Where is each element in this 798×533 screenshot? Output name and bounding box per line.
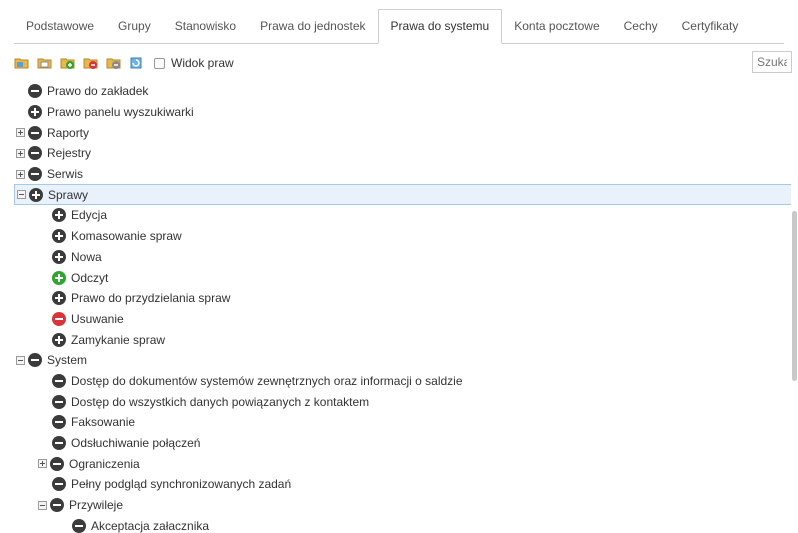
collapse-icon[interactable] [38, 500, 47, 510]
deny-circle-icon[interactable] [50, 456, 64, 471]
tab-podstawowe[interactable]: Podstawowe [14, 10, 106, 43]
tree-row[interactable]: System [14, 350, 792, 371]
tree-label: Ograniczenia [69, 456, 140, 471]
search-input[interactable] [752, 51, 792, 73]
tab-certyfikaty[interactable]: Certyfikaty [670, 10, 751, 43]
tree-label: Prawo do przydzielania spraw [71, 291, 231, 306]
scrollbar[interactable] [791, 81, 798, 533]
tree-label: Odczyt [71, 270, 109, 285]
folder-red-icon[interactable] [83, 55, 99, 71]
deny-circle-icon[interactable] [50, 498, 64, 513]
tab-prawa-do-systemu[interactable]: Prawa do systemu [377, 9, 503, 44]
tree-label: Dostęp do wszystkich danych powiązanych … [71, 394, 370, 409]
tree-row[interactable]: Serwis [14, 164, 792, 185]
view-label: Widok praw [171, 56, 234, 70]
tab-cechy[interactable]: Cechy [612, 10, 670, 43]
tree-row[interactable]: Komasowanie spraw [14, 226, 792, 247]
tab-konta-pocztowe[interactable]: Konta pocztowe [502, 10, 611, 43]
tree-label: Usuwanie [71, 311, 124, 326]
view-checkbox[interactable] [154, 57, 165, 69]
grant-circle-icon[interactable] [52, 291, 66, 306]
deny-circle-icon[interactable] [28, 146, 42, 161]
scrollbar-thumb[interactable] [792, 211, 797, 381]
tree-label: Komasowanie spraw [71, 229, 182, 244]
permissions-tree: Prawo do zakładek Prawo panelu wyszukiwar… [14, 81, 792, 533]
refresh-icon[interactable] [129, 55, 145, 71]
tree-row[interactable]: Dostęp do wszystkich danych powiązanych … [14, 391, 792, 412]
tree-label: Odsłuchiwanie połączeń [71, 436, 201, 451]
deny-circle-icon[interactable] [28, 167, 42, 182]
expand-icon[interactable] [38, 459, 47, 469]
deny-circle-icon[interactable] [28, 84, 42, 99]
tab-grupy[interactable]: Grupy [106, 10, 163, 43]
tree-row[interactable]: Nowa [14, 247, 792, 268]
folder-green-icon[interactable] [60, 55, 76, 71]
tree-label: Edycja [71, 208, 108, 223]
tree-row[interactable]: Pełny podgląd synchronizowanych zadań [14, 474, 792, 495]
tree-row[interactable]: Prawo do zakładek [14, 81, 792, 102]
tree-label: Prawo panelu wyszukiwarki [47, 105, 194, 120]
deny-circle-icon[interactable] [28, 125, 42, 140]
tree-label: System [47, 353, 88, 368]
tree-label: Przywileje [69, 498, 124, 513]
grant-circle-icon[interactable] [28, 105, 42, 120]
grant-circle-icon[interactable] [52, 270, 66, 285]
tree-row[interactable]: Odsłuchiwanie połączeń [14, 433, 792, 454]
toolbar: Widok praw [14, 51, 798, 75]
tree-label: Raporty [47, 125, 90, 140]
grant-circle-icon[interactable] [52, 249, 66, 264]
deny-circle-icon[interactable] [52, 373, 66, 388]
tree-row[interactable]: Edycja [14, 205, 792, 226]
expand-icon[interactable] [16, 128, 25, 138]
tree-row[interactable]: Odczyt [14, 267, 792, 288]
deny-circle-icon[interactable] [52, 311, 66, 326]
tree-label: Rejestry [47, 146, 92, 161]
grant-circle-icon[interactable] [52, 229, 66, 244]
deny-circle-icon[interactable] [52, 394, 66, 409]
folder-gray-icon[interactable] [106, 55, 122, 71]
grant-circle-icon[interactable] [52, 208, 66, 223]
tree-row[interactable]: Faksowanie [14, 412, 792, 433]
tree-row[interactable]: Przywileje [14, 495, 792, 516]
tree-row[interactable]: Prawo do przydzielania spraw [14, 288, 792, 309]
tree-row[interactable]: Raporty [14, 122, 792, 143]
folder-add-icon[interactable] [14, 55, 30, 71]
tree-row[interactable]: Usuwanie [14, 309, 792, 330]
deny-circle-icon[interactable] [72, 518, 86, 533]
folder-copy-icon[interactable] [37, 55, 53, 71]
expand-icon[interactable] [16, 148, 25, 158]
grant-circle-icon[interactable] [29, 187, 43, 202]
tab-prawa-do-jednostek[interactable]: Prawa do jednostek [248, 10, 377, 43]
tree-label: Pełny podgląd synchronizowanych zadań [71, 477, 292, 492]
tab-bar: Podstawowe Grupy Stanowisko Prawa do jednos… [14, 9, 784, 44]
collapse-icon[interactable] [16, 355, 25, 365]
tree-row[interactable]: Dostęp do dokumentów systemów zewnętrzny… [14, 371, 792, 392]
tree-label: Akceptacja załacznika [91, 518, 210, 533]
expand-icon[interactable] [16, 169, 25, 179]
tree-label: Prawo do zakładek [47, 84, 149, 99]
tree-label: Serwis [47, 167, 84, 182]
tree-row[interactable]: Prawo panelu wyszukiwarki [14, 102, 792, 123]
tree-row[interactable]: Zamykanie spraw [14, 329, 792, 350]
grant-circle-icon[interactable] [52, 332, 66, 347]
tree-row[interactable]: Rejestry [14, 143, 792, 164]
tree-row[interactable]: Akceptacja załacznika [14, 515, 792, 533]
deny-circle-icon[interactable] [52, 477, 66, 492]
deny-circle-icon[interactable] [52, 436, 66, 451]
tree-row[interactable]: Ograniczenia [14, 453, 792, 474]
tree-label: Zamykanie spraw [71, 332, 166, 347]
tab-stanowisko[interactable]: Stanowisko [163, 10, 248, 43]
deny-circle-icon[interactable] [28, 353, 42, 368]
tree-label: Nowa [71, 249, 102, 264]
collapse-icon[interactable] [17, 190, 26, 200]
tree-label: Sprawy [48, 187, 89, 202]
deny-circle-icon[interactable] [52, 415, 66, 430]
tree-label: Dostęp do dokumentów systemów zewnętrzny… [71, 373, 463, 388]
tree-label: Faksowanie [71, 415, 136, 430]
tree-row[interactable]: Sprawy [14, 184, 792, 206]
